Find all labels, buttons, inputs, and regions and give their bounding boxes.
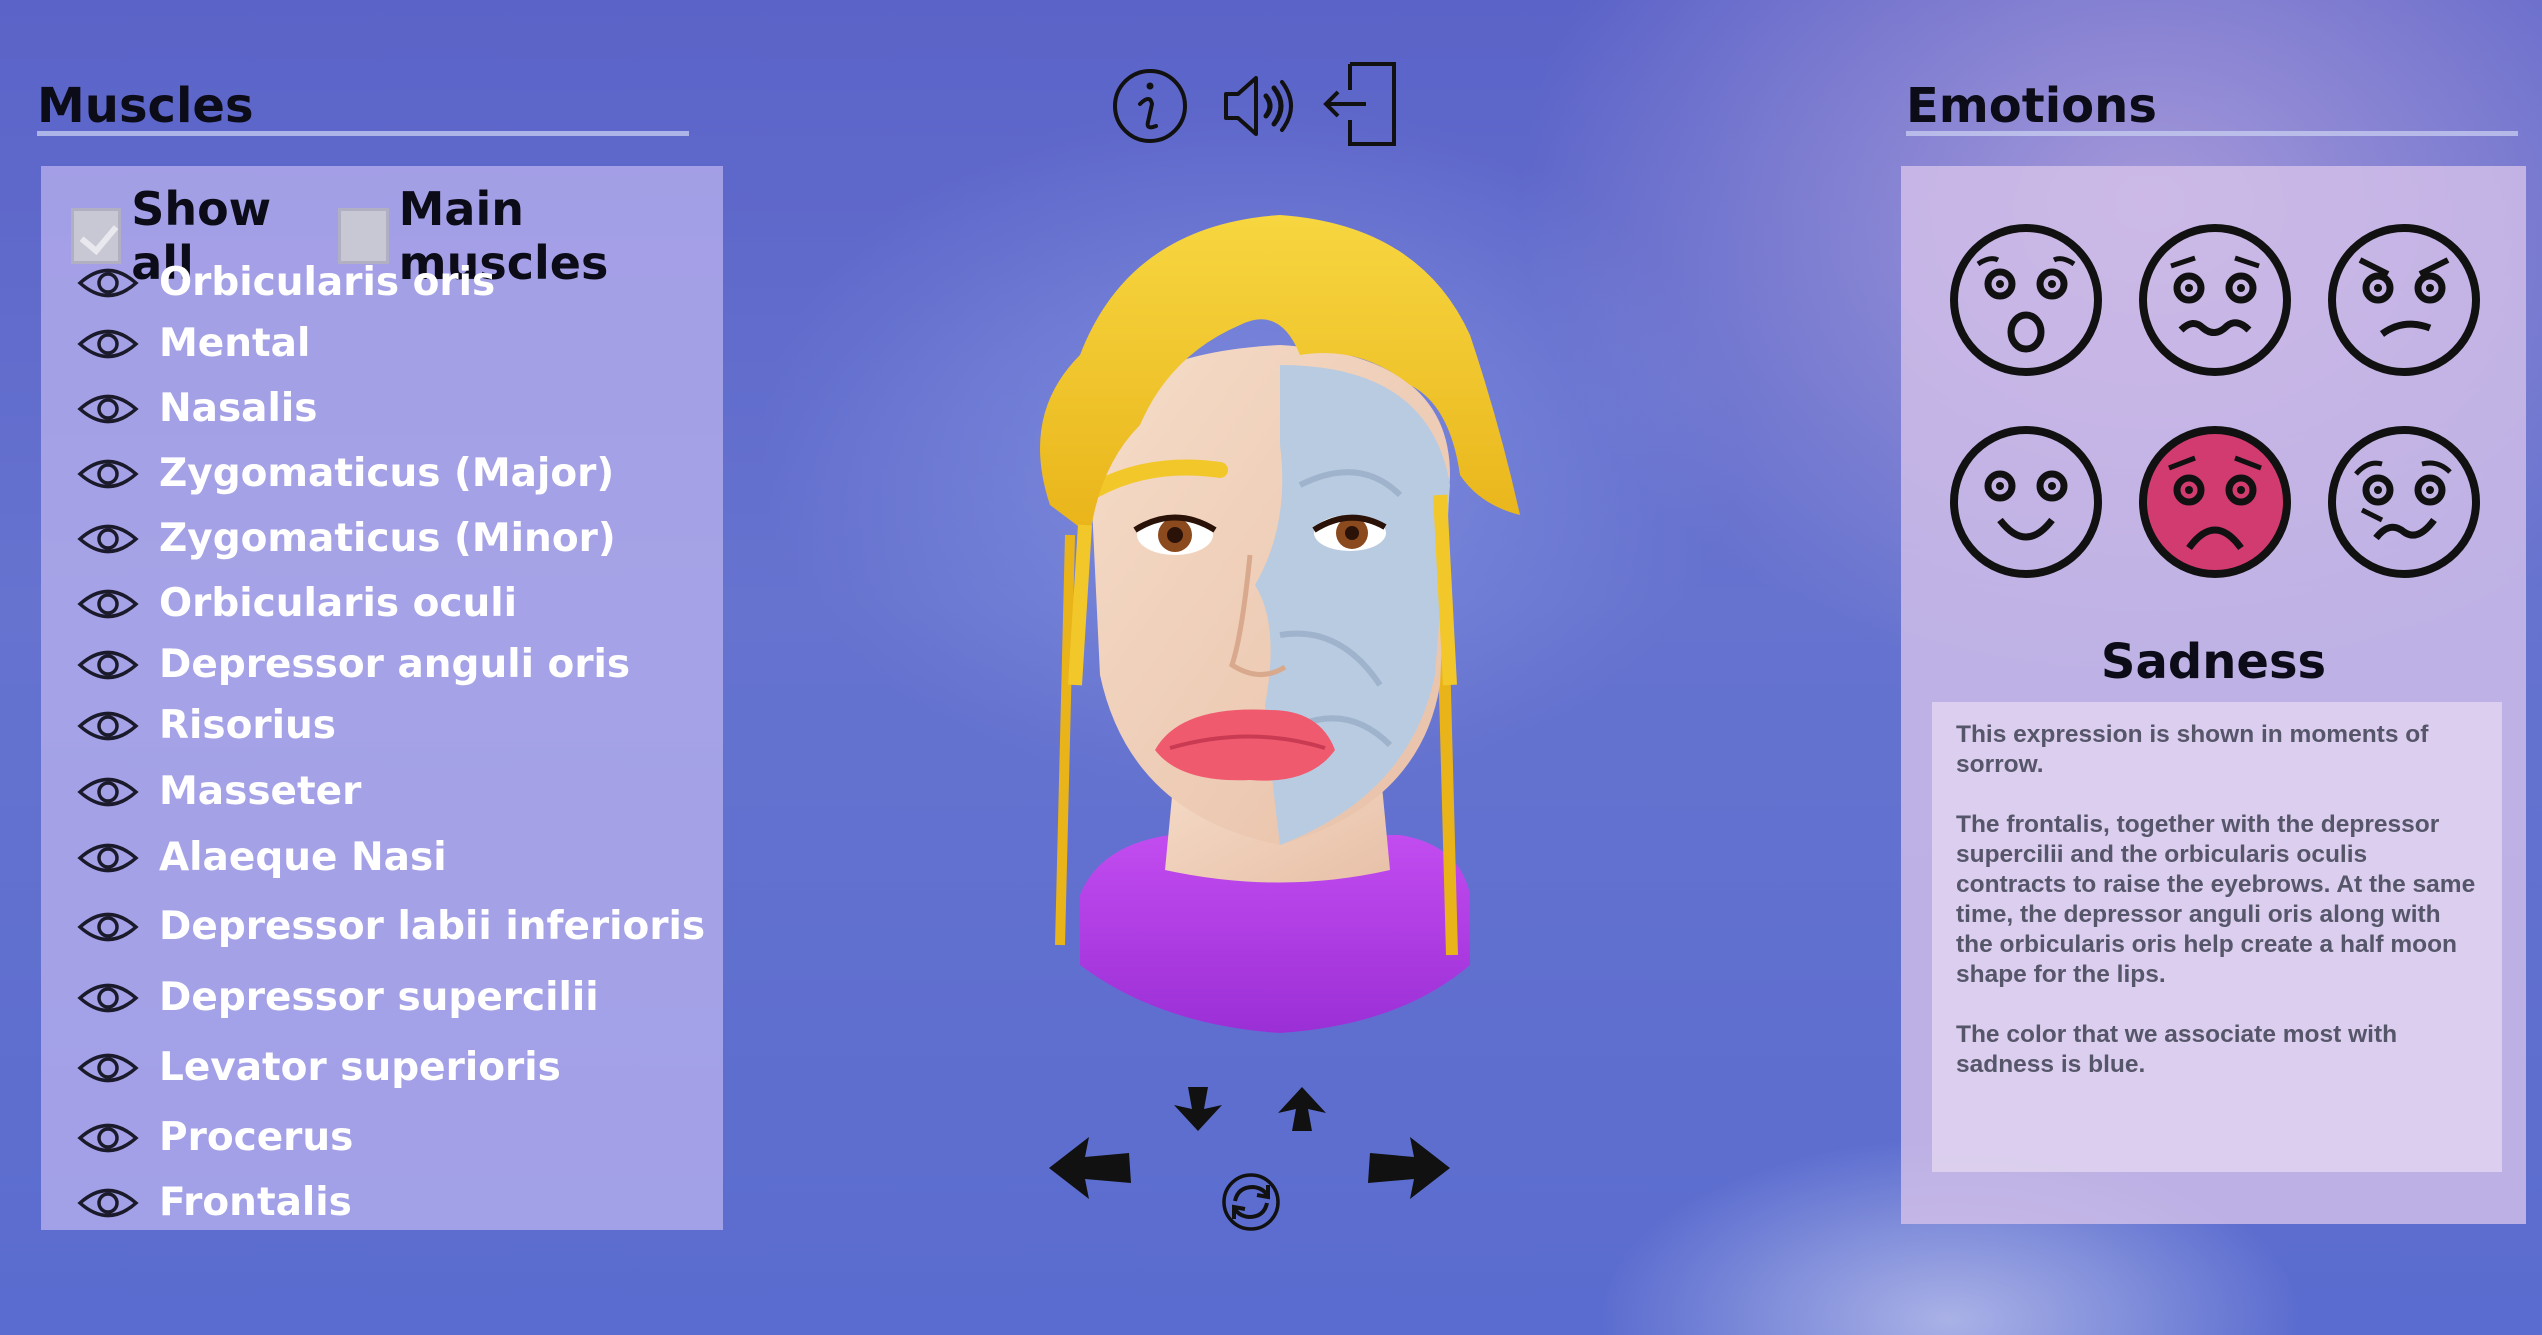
arrow-right-icon[interactable] — [1364, 1133, 1454, 1203]
muscle-item-label: Depressor supercilii — [159, 975, 599, 1020]
eye-icon[interactable] — [77, 520, 139, 558]
emotions-title: Emotions — [1906, 78, 2157, 134]
muscle-item-label: Risorius — [159, 703, 336, 748]
eye-icon[interactable] — [77, 1049, 139, 1087]
anger-face-icon[interactable] — [2326, 222, 2482, 378]
muscle-item[interactable]: Zygomaticus (Major) — [77, 451, 614, 496]
emotion-panel: Sadness This expression is shown in mome… — [1901, 166, 2526, 1224]
disgust-face-icon[interactable] — [2326, 424, 2482, 580]
eye-icon[interactable] — [77, 585, 139, 623]
muscle-list-panel: Show all Main muscles Orbicularis oris Me… — [41, 166, 723, 1230]
muscle-item[interactable]: Masseter — [77, 769, 361, 814]
muscle-item[interactable]: Mental — [77, 321, 310, 366]
muscle-item[interactable]: Alaeque Nasi — [77, 835, 447, 880]
eye-icon[interactable] — [77, 979, 139, 1017]
eye-icon[interactable] — [77, 390, 139, 428]
eye-icon[interactable] — [77, 1119, 139, 1157]
muscle-item[interactable]: Procerus — [77, 1115, 353, 1160]
emotions-title-underline — [1906, 131, 2518, 136]
muscles-title-underline — [37, 131, 689, 136]
selected-emotion-name: Sadness — [2100, 634, 2327, 690]
muscle-item[interactable]: Frontalis — [77, 1180, 352, 1225]
muscles-title: Muscles — [37, 78, 254, 134]
fear-face-icon[interactable] — [2137, 222, 2293, 378]
muscle-item-label: Nasalis — [159, 386, 318, 431]
main-muscles-checkbox[interactable] — [338, 208, 389, 264]
info-icon[interactable] — [1110, 66, 1190, 146]
reset-rotation-icon[interactable] — [1220, 1171, 1282, 1233]
muscle-item-label: Depressor labii inferioris — [159, 904, 706, 949]
eye-icon[interactable] — [77, 707, 139, 745]
muscle-item-label: Frontalis — [159, 1180, 352, 1225]
arrow-down-icon[interactable] — [1170, 1083, 1226, 1135]
show-all-checkbox[interactable] — [71, 208, 122, 264]
eye-icon[interactable] — [77, 455, 139, 493]
muscle-item-label: Zygomaticus (Minor) — [159, 516, 616, 561]
muscle-item-label: Levator superioris — [159, 1045, 561, 1090]
happiness-face-icon[interactable] — [1948, 424, 2104, 580]
eye-icon[interactable] — [77, 839, 139, 877]
arrow-left-icon[interactable] — [1045, 1133, 1135, 1203]
arrow-up-icon[interactable] — [1274, 1083, 1330, 1135]
face-model[interactable] — [980, 205, 1560, 1045]
muscle-item-label: Zygomaticus (Major) — [159, 451, 615, 496]
muscle-item-label: Masseter — [159, 769, 362, 814]
surprise-face-icon[interactable] — [1948, 222, 2104, 378]
muscle-item-label: Procerus — [159, 1115, 354, 1160]
exit-icon[interactable] — [1320, 60, 1400, 150]
eye-icon[interactable] — [77, 646, 139, 684]
muscle-item[interactable]: Levator superioris — [77, 1045, 561, 1090]
muscle-item[interactable]: Nasalis — [77, 386, 317, 431]
muscle-item[interactable]: Risorius — [77, 703, 336, 748]
eye-icon[interactable] — [77, 264, 139, 302]
sadness-face-icon[interactable] — [2137, 424, 2293, 580]
muscle-item[interactable]: Depressor labii inferioris — [77, 904, 705, 949]
muscle-item[interactable]: Orbicularis oculi — [77, 581, 517, 626]
muscle-item[interactable]: Zygomaticus (Minor) — [77, 516, 616, 561]
muscle-item-label: Orbicularis oris — [159, 260, 496, 305]
emotion-description-box: This expression is shown in moments of s… — [1932, 702, 2502, 1172]
eye-icon[interactable] — [77, 325, 139, 363]
emotion-description: This expression is shown in moments of s… — [1956, 721, 2476, 1078]
eye-icon[interactable] — [77, 773, 139, 811]
eye-icon[interactable] — [77, 1184, 139, 1222]
speaker-icon[interactable] — [1220, 66, 1300, 146]
muscle-item[interactable]: Depressor supercilii — [77, 975, 599, 1020]
muscle-item-label: Mental — [159, 321, 311, 366]
muscle-item-label: Alaeque Nasi — [159, 835, 447, 880]
muscle-item-label: Orbicularis oculi — [159, 581, 518, 626]
muscle-item-label: Depressor anguli oris — [159, 642, 631, 687]
muscle-item[interactable]: Depressor anguli oris — [77, 642, 630, 687]
eye-icon[interactable] — [77, 908, 139, 946]
muscle-item[interactable]: Orbicularis oris — [77, 260, 495, 305]
